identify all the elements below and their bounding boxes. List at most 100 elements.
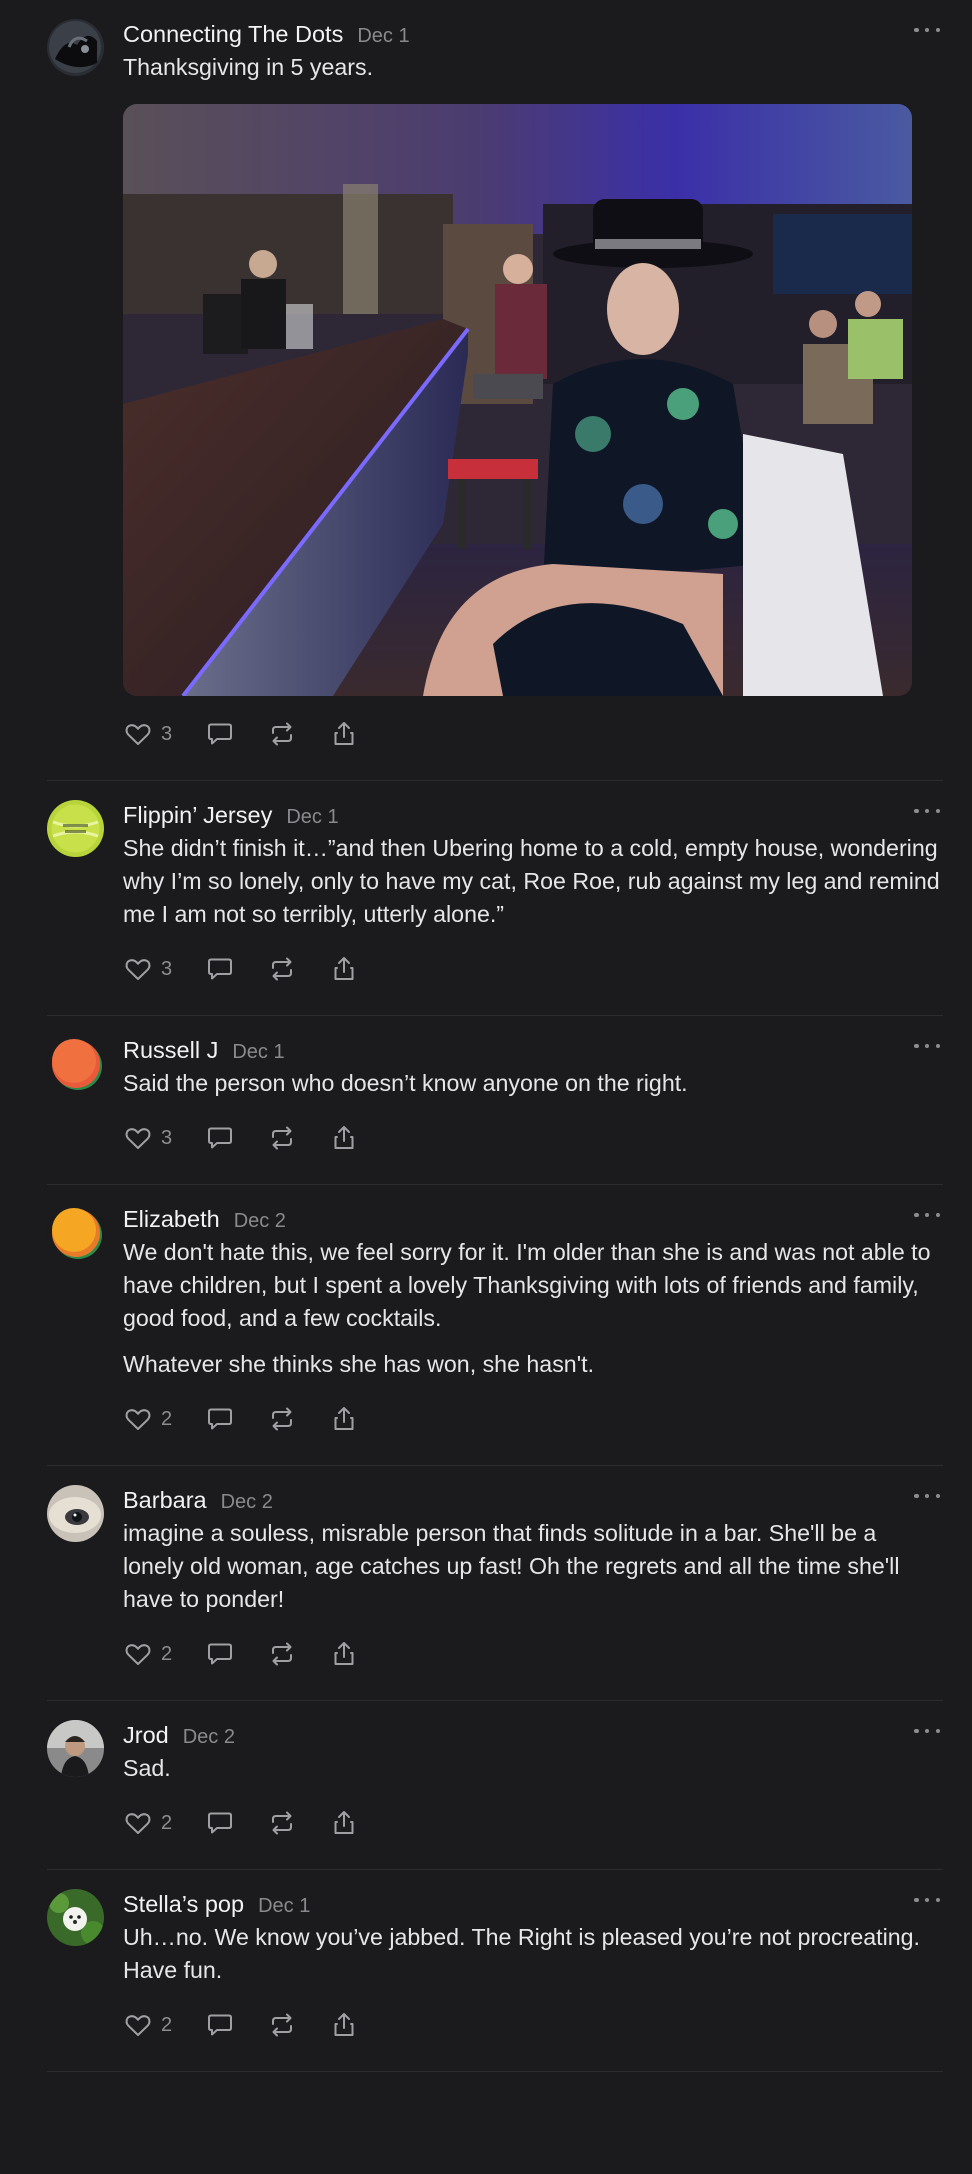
post-elizabeth: Elizabeth Dec 2 We don't hate this, we f… [47, 1185, 943, 1466]
like-count: 3 [161, 722, 173, 745]
author-name[interactable]: Connecting The Dots [123, 21, 343, 48]
post-paragraph: Sad. [123, 1755, 171, 1781]
share-icon [334, 2013, 354, 2036]
avatar[interactable] [47, 800, 104, 857]
comment-icon [208, 723, 232, 745]
share-button[interactable] [329, 1808, 359, 1838]
post-date[interactable]: Dec 2 [234, 1210, 286, 1233]
post-barbara: Barbara Dec 2 imagine a souless, misrabl… [47, 1466, 943, 1701]
post-stellas-pop: Stella’s pop Dec 1 Uh…no. We know you’ve… [47, 1870, 943, 2072]
reply-button[interactable] [205, 1639, 235, 1669]
like-button[interactable]: 2 [123, 2010, 173, 2040]
like-button[interactable]: 3 [123, 1123, 173, 1153]
comment-icon [208, 1127, 232, 1149]
post-image[interactable] [123, 104, 912, 696]
post-paragraph: imagine a souless, misrable person that … [123, 1520, 900, 1612]
share-icon [334, 722, 354, 745]
post-actions: 2 [123, 1634, 943, 1674]
repost-button[interactable] [267, 719, 297, 749]
repost-button[interactable] [267, 2010, 297, 2040]
post-date[interactable]: Dec 2 [221, 1491, 273, 1514]
share-button[interactable] [329, 1404, 359, 1434]
share-button[interactable] [329, 954, 359, 984]
avatar[interactable] [47, 1485, 104, 1542]
repost-icon [272, 957, 292, 981]
like-button[interactable]: 2 [123, 1404, 173, 1434]
post-date[interactable]: Dec 1 [357, 25, 409, 48]
comment-icon [208, 958, 232, 980]
post-text: Thanksgiving in 5 years. [123, 51, 943, 84]
comment-icon [208, 1812, 232, 1834]
repost-icon [272, 2013, 292, 2037]
repost-button[interactable] [267, 1639, 297, 1669]
post-actions: 2 [123, 2005, 943, 2045]
repost-icon [272, 1811, 292, 1835]
post-flippin-jersey: Flippin’ Jersey Dec 1 She didn’t finish … [47, 781, 943, 1016]
heart-icon [125, 1409, 151, 1430]
post-text: Sad. [123, 1752, 943, 1785]
post-text: Said the person who doesn’t know anyone … [123, 1067, 943, 1100]
post-actions: 3 [123, 949, 943, 989]
post-date[interactable]: Dec 1 [258, 1895, 310, 1918]
repost-button[interactable] [267, 1404, 297, 1434]
like-button[interactable]: 3 [123, 719, 173, 749]
like-button[interactable]: 2 [123, 1808, 173, 1838]
reply-button[interactable] [205, 1123, 235, 1153]
share-button[interactable] [329, 1123, 359, 1153]
reply-button[interactable] [205, 719, 235, 749]
ellipsis-icon[interactable] [914, 1208, 940, 1222]
share-button[interactable] [329, 719, 359, 749]
avatar[interactable] [47, 1035, 104, 1092]
post-russell-j: Russell J Dec 1 Said the person who does… [47, 1016, 943, 1185]
author-name[interactable]: Stella’s pop [123, 1891, 244, 1918]
post-text: Uh…no. We know you’ve jabbed. The Right … [123, 1921, 943, 1987]
author-name[interactable]: Jrod [123, 1722, 169, 1749]
like-count: 2 [161, 2013, 173, 2036]
reply-button[interactable] [205, 2010, 235, 2040]
like-count: 3 [161, 1126, 173, 1149]
post-date[interactable]: Dec 1 [286, 806, 338, 829]
repost-button[interactable] [267, 954, 297, 984]
reply-button[interactable] [205, 1808, 235, 1838]
author-name[interactable]: Russell J [123, 1037, 218, 1064]
share-button[interactable] [329, 2010, 359, 2040]
author-name[interactable]: Barbara [123, 1487, 207, 1514]
ellipsis-icon[interactable] [914, 1893, 940, 1907]
share-icon [334, 1642, 354, 1665]
repost-button[interactable] [267, 1123, 297, 1153]
post-paragraph: We don't hate this, we feel sorry for it… [123, 1239, 931, 1331]
share-icon [334, 1407, 354, 1430]
post-paragraph: Thanksgiving in 5 years. [123, 54, 374, 80]
author-name[interactable]: Flippin’ Jersey [123, 802, 272, 829]
reply-button[interactable] [205, 1404, 235, 1434]
post-actions: 2 [123, 1399, 943, 1439]
repost-button[interactable] [267, 1808, 297, 1838]
post-text: We don't hate this, we feel sorry for it… [123, 1236, 943, 1381]
post-text: She didn’t finish it…”and then Ubering h… [123, 832, 943, 931]
ellipsis-icon[interactable] [914, 1039, 940, 1053]
repost-icon [272, 722, 292, 746]
like-button[interactable]: 2 [123, 1639, 173, 1669]
heart-icon [125, 724, 151, 745]
post-paragraph: Said the person who doesn’t know anyone … [123, 1070, 688, 1096]
post-jrod: Jrod Dec 2 Sad. 2 [47, 1701, 943, 1870]
ellipsis-icon[interactable] [914, 804, 940, 818]
ellipsis-icon[interactable] [914, 1724, 940, 1738]
reply-button[interactable] [205, 954, 235, 984]
avatar[interactable] [47, 1720, 104, 1777]
avatar[interactable] [47, 1204, 104, 1261]
share-icon [334, 1811, 354, 1834]
author-name[interactable]: Elizabeth [123, 1206, 220, 1233]
ellipsis-icon[interactable] [914, 1489, 940, 1503]
like-button[interactable]: 3 [123, 954, 173, 984]
ellipsis-icon[interactable] [914, 23, 940, 37]
like-count: 2 [161, 1407, 173, 1430]
avatar[interactable] [47, 19, 104, 76]
post-date[interactable]: Dec 1 [232, 1041, 284, 1064]
post-date[interactable]: Dec 2 [183, 1726, 235, 1749]
thread-feed: Connecting The Dots Dec 1 Thanksgiving i… [0, 0, 972, 2072]
post-actions: 3 [123, 1118, 943, 1158]
heart-icon [125, 1128, 151, 1149]
share-button[interactable] [329, 1639, 359, 1669]
avatar[interactable] [47, 1889, 104, 1946]
